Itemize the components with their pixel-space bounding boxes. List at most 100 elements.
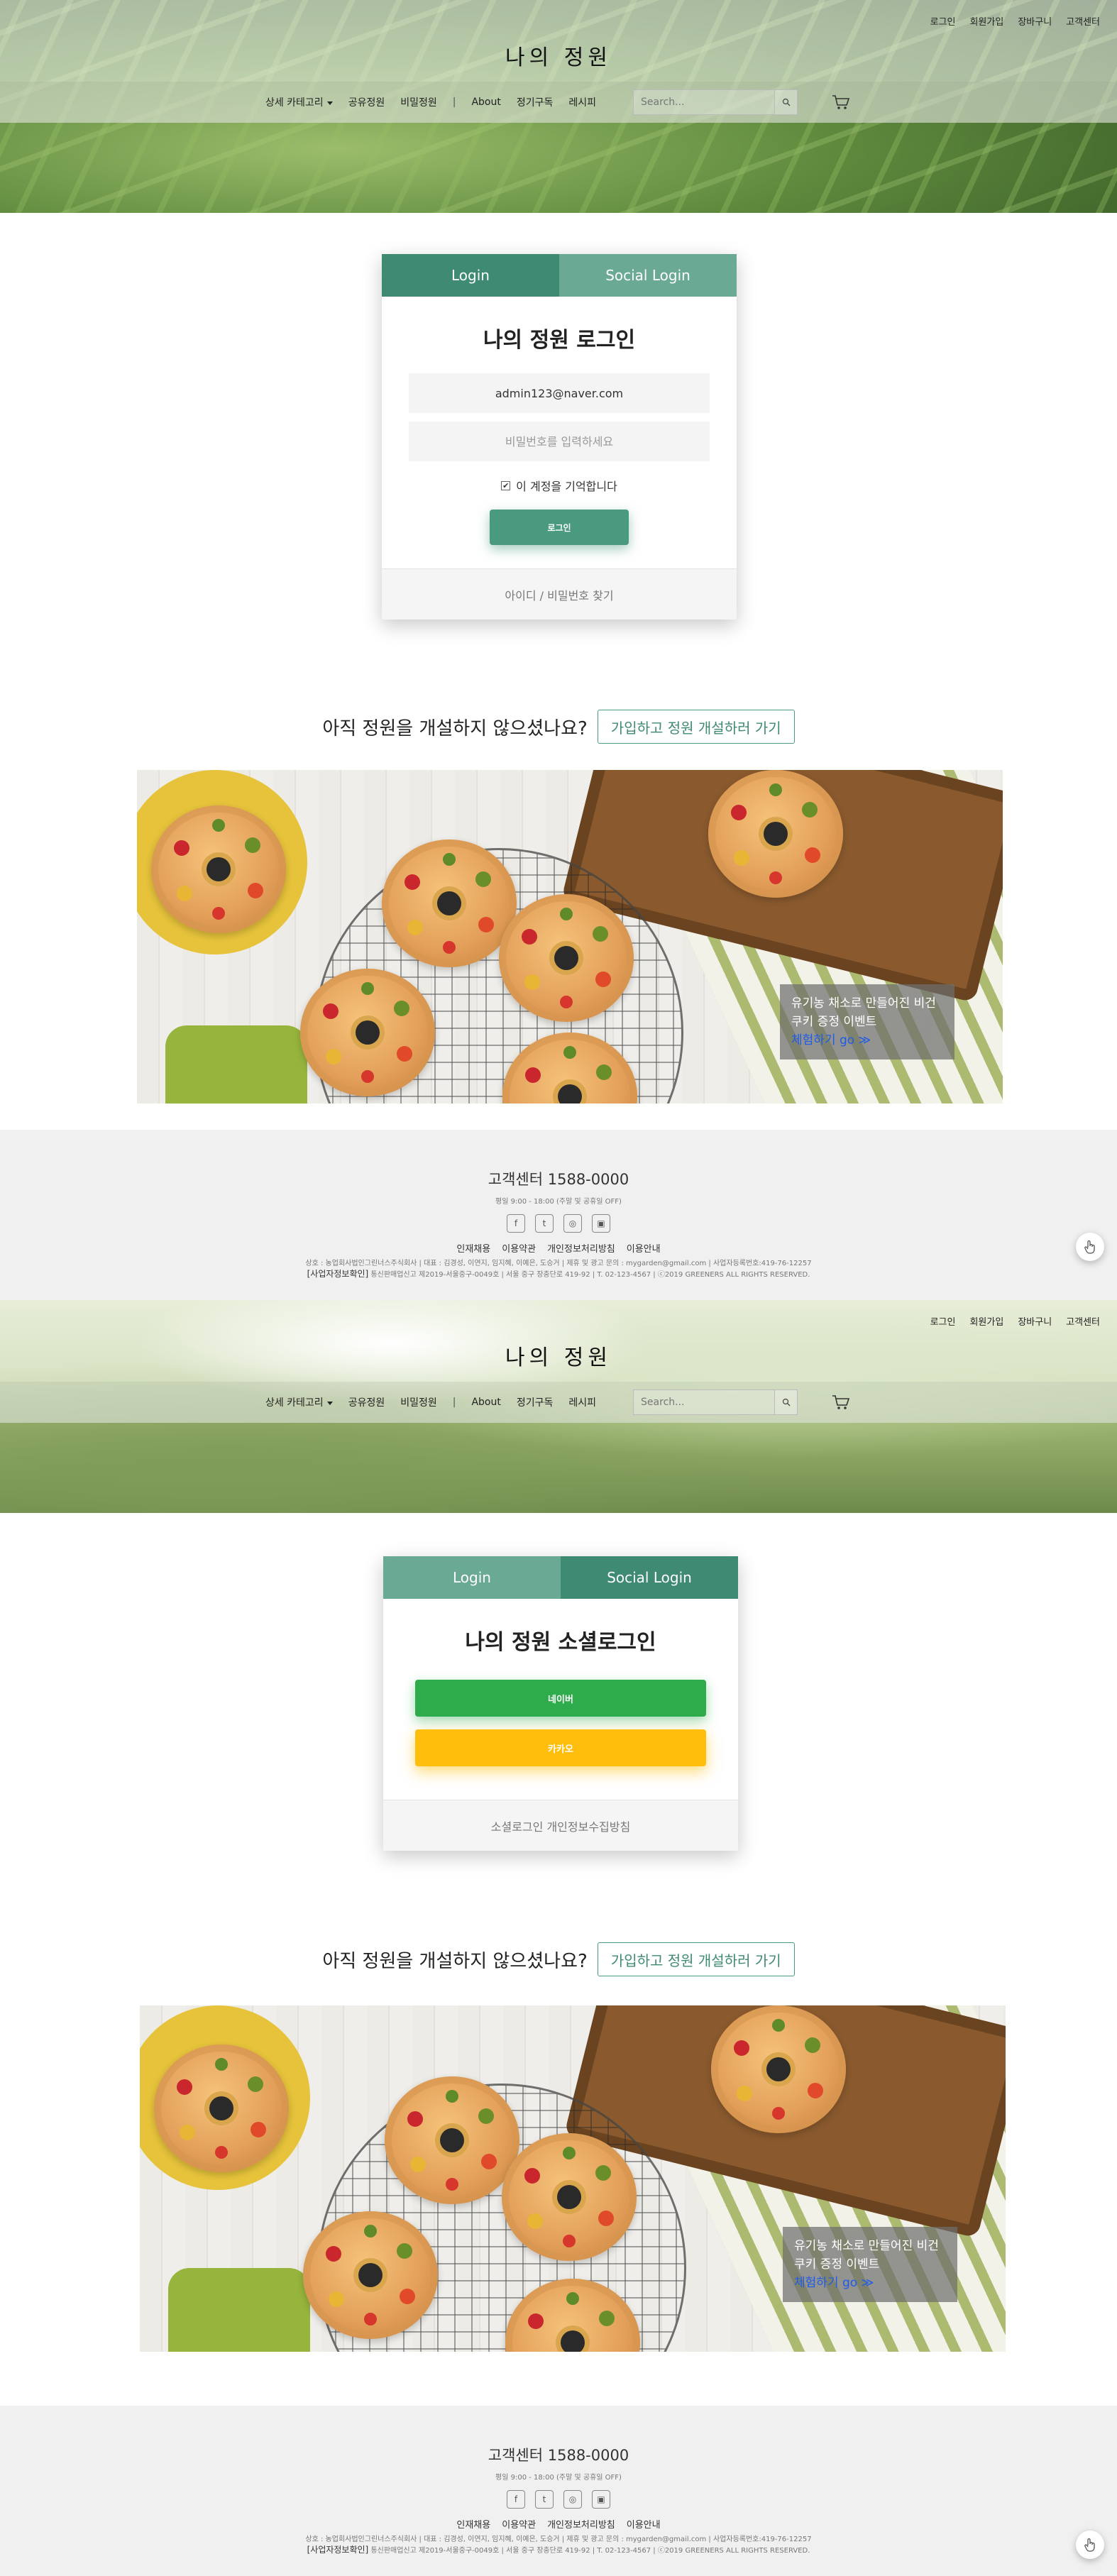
search-input[interactable] [633, 1389, 776, 1415]
nav-item-secret-garden[interactable]: 비밀정원 [400, 95, 437, 109]
social-privacy-link[interactable]: 소셜로그인 개인정보수집방침 [383, 1800, 738, 1851]
footer-company-info: 상호 : 농업회사법인그린너스주식회사 | 대표 : 김경성, 이연지, 임지혜… [305, 1260, 812, 1267]
top-link-login[interactable]: 로그인 [930, 14, 956, 28]
nav-category-dropdown[interactable]: 상세 카테고리 [265, 1395, 333, 1409]
instagram-icon[interactable]: ◎ [563, 2490, 582, 2509]
nav-category-dropdown[interactable]: 상세 카테고리 [265, 95, 333, 109]
email-field[interactable] [409, 373, 710, 413]
top-link-login[interactable]: 로그인 [930, 1314, 956, 1328]
chat-button[interactable] [1076, 2531, 1104, 2559]
tab-login[interactable]: Login [382, 254, 559, 297]
footer-biz-info-link[interactable]: [사업자정보확인] [307, 1269, 369, 1279]
banner-try-link[interactable]: 체험하기 go ≫ [794, 2274, 946, 2292]
signup-button[interactable]: 가입하고 정원 개설하러 가기 [597, 710, 795, 744]
banner-caption-line1: 유기농 채소로 만들어진 비건 [794, 2239, 939, 2253]
naver-login-button[interactable]: 네이버 [415, 1680, 706, 1717]
search-box [633, 89, 798, 115]
footer-links: 인재채용 이용약관 개인정보처리방침 이용안내 [0, 2517, 1117, 2531]
signup-button[interactable]: 가입하고 정원 개설하러 가기 [597, 1942, 795, 1976]
tab-social-login[interactable]: Social Login [561, 1556, 738, 1599]
site-brand[interactable]: 나의 정원 [0, 1340, 1117, 1371]
footer-link-careers[interactable]: 인재채용 [456, 2517, 490, 2531]
twitter-icon[interactable]: t [535, 2490, 554, 2509]
remember-label: 이 계정을 기억합니다 [516, 480, 617, 493]
nav-item-about[interactable]: About [471, 1397, 500, 1408]
banner-cookie [502, 2133, 637, 2261]
login-submit-button[interactable]: 로그인 [490, 510, 629, 545]
footer: 고객센터 1588-0000 평일 9:00 - 18:00 (주말 및 공휴일… [0, 2406, 1117, 2576]
top-link-support[interactable]: 고객센터 [1066, 1314, 1100, 1328]
banner-cookie [151, 805, 286, 933]
top-link-signup[interactable]: 회원가입 [969, 14, 1003, 28]
footer-company-info2: [사업자정보확인] 통신판매업신고 제2019-서울중구-0049호 | 서울 … [0, 2545, 1117, 2556]
password-field[interactable] [409, 422, 710, 461]
top-link-signup[interactable]: 회원가입 [969, 1314, 1003, 1328]
nav-item-subscription[interactable]: 정기구독 [517, 95, 554, 109]
nav-item-subscription[interactable]: 정기구독 [517, 1395, 554, 1409]
tab-login[interactable]: Login [383, 1556, 561, 1599]
search-input[interactable] [633, 89, 776, 115]
facebook-icon[interactable]: f [507, 1214, 525, 1233]
facebook-icon[interactable]: f [507, 2490, 525, 2509]
footer-link-terms[interactable]: 이용약관 [502, 2517, 536, 2531]
hand-pointer-icon [1084, 1240, 1095, 1254]
find-account-link[interactable]: 아이디 / 비밀번호 찾기 [382, 568, 737, 620]
footer-company-info2: [사업자정보확인] 통신판매업신고 제2019-서울중구-0049호 | 서울 … [0, 1269, 1117, 1280]
signup-prompt: 아직 정원을 개설하지 않으셨나요? 가입하고 정원 개설하러 가기 [0, 710, 1117, 744]
nav-item-shared-garden[interactable]: 공유정원 [348, 1395, 385, 1409]
search-button[interactable] [775, 89, 798, 115]
footer-link-guide[interactable]: 이용안내 [627, 1241, 661, 1255]
top-link-cart[interactable]: 장바구니 [1018, 14, 1052, 28]
signup-prompt: 아직 정원을 개설하지 않으셨나요? 가입하고 정원 개설하러 가기 [0, 1942, 1117, 1976]
banner-caption-line1: 유기농 채소로 만들어진 비건 [791, 996, 936, 1011]
event-banner[interactable]: 유기농 채소로 만들어진 비건 쿠키 증정 이벤트 체험하기 go ≫ [137, 770, 1003, 1103]
chat-button[interactable] [1076, 1233, 1104, 1261]
blog-icon[interactable]: ▣ [592, 1214, 610, 1233]
cart-button[interactable] [830, 1392, 852, 1413]
blog-icon[interactable]: ▣ [592, 2490, 610, 2509]
cart-button[interactable] [830, 92, 852, 113]
footer-link-privacy[interactable]: 개인정보처리방침 [547, 1241, 615, 1255]
nav-separator: | [452, 1397, 456, 1408]
footer-socials: f t ◎ ▣ [0, 2490, 1117, 2509]
banner-cookie [154, 2044, 289, 2172]
nav-item-about[interactable]: About [471, 97, 500, 108]
footer-link-guide[interactable]: 이용안내 [627, 2517, 661, 2531]
remember-checkbox[interactable]: ✔ [501, 480, 511, 490]
footer-company-info2-text: 통신판매업신고 제2019-서울중구-0049호 | 서울 중구 장충단로 41… [370, 1271, 810, 1279]
instagram-icon[interactable]: ◎ [563, 1214, 582, 1233]
search-button[interactable] [775, 1389, 798, 1415]
footer-link-privacy[interactable]: 개인정보처리방침 [547, 2517, 615, 2531]
event-banner[interactable]: 유기농 채소로 만들어진 비건 쿠키 증정 이벤트 체험하기 go ≫ [140, 2005, 1006, 2352]
banner-cookie [385, 2076, 519, 2204]
banner-caption-line2: 쿠키 증정 이벤트 [794, 2257, 880, 2272]
footer-company-info2-text: 통신판매업신고 제2019-서울중구-0049호 | 서울 중구 장충단로 41… [370, 2547, 810, 2555]
footer: 고객센터 1588-0000 평일 9:00 - 18:00 (주말 및 공휴일… [0, 1130, 1117, 1300]
search-box [633, 1389, 798, 1415]
tab-social-login[interactable]: Social Login [559, 254, 737, 297]
footer-links: 인재채용 이용약관 개인정보처리방침 이용안내 [0, 1241, 1117, 1255]
footer-biz-info-link[interactable]: [사업자정보확인] [307, 2545, 369, 2555]
footer-link-careers[interactable]: 인재채용 [456, 1241, 490, 1255]
top-link-support[interactable]: 고객센터 [1066, 14, 1100, 28]
banner-cookie [711, 2005, 846, 2133]
top-links: 로그인 회원가입 장바구니 고객센터 [930, 14, 1100, 28]
site-brand[interactable]: 나의 정원 [0, 40, 1117, 71]
cart-icon [832, 1395, 850, 1409]
top-link-cart[interactable]: 장바구니 [1018, 1314, 1052, 1328]
footer-link-terms[interactable]: 이용약관 [502, 1241, 536, 1255]
nav-item-secret-garden[interactable]: 비밀정원 [400, 1395, 437, 1409]
twitter-icon[interactable]: t [535, 1214, 554, 1233]
banner-try-link[interactable]: 체험하기 go ≫ [791, 1031, 943, 1050]
footer-phone: 고객센터 1588-0000 [488, 1171, 629, 1188]
nav-item-recipe[interactable]: 레시피 [568, 1395, 596, 1409]
nav-item-shared-garden[interactable]: 공유정원 [348, 95, 385, 109]
nav-item-recipe[interactable]: 레시피 [568, 95, 596, 109]
remember-me[interactable]: ✔ 이 계정을 기억합니다 [382, 477, 737, 494]
banner-caption-line2: 쿠키 증정 이벤트 [791, 1015, 877, 1029]
signup-prompt-text: 아직 정원을 개설하지 않으셨나요? [322, 1950, 588, 1972]
signup-prompt-text: 아직 정원을 개설하지 않으셨나요? [322, 717, 588, 739]
banner-caption: 유기농 채소로 만들어진 비건 쿠키 증정 이벤트 체험하기 go ≫ [780, 984, 954, 1059]
kakao-login-button[interactable]: 카카오 [415, 1729, 706, 1766]
footer-hours: 평일 9:00 - 18:00 (주말 및 공휴일 OFF) [495, 2474, 622, 2482]
